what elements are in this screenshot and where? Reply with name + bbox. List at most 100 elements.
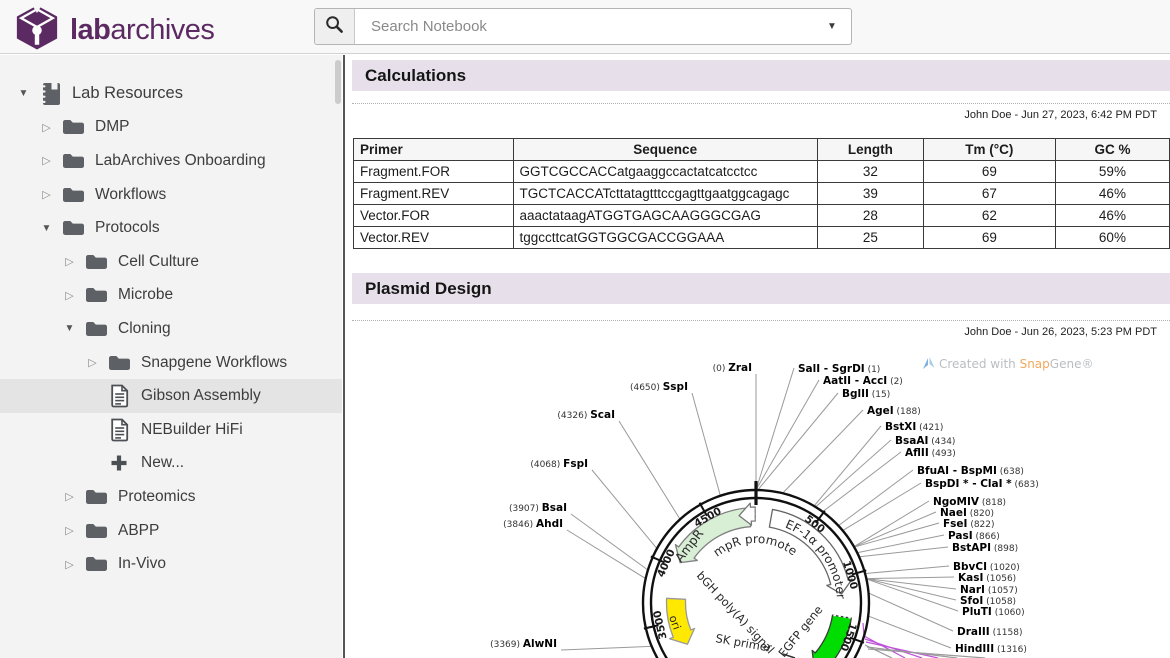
sidebar-item-microbe[interactable]: ▷Microbe	[0, 279, 342, 313]
table-row: Vector.FORaaactataagATGGTGAGCAAGGGCGAG28…	[354, 205, 1170, 227]
caret-expanded-icon[interactable]: ▼	[62, 323, 77, 334]
section-title: Plasmid Design	[365, 279, 492, 298]
sidebar-item-label: ABPP	[118, 522, 159, 540]
snapgene-watermark: Created with SnapGene®	[923, 357, 1093, 371]
enzyme-label-hindiii: HindIII (1316)	[955, 643, 1027, 655]
table-cell: TGCTCACCATcttatagtttccgagttgaatggcagagc	[513, 183, 817, 205]
svg-text:Created with SnapGene®: Created with SnapGene®	[939, 357, 1093, 371]
plasmid-map: 50010001500350040004500(0) ZraI(4650) Ss…	[345, 355, 1170, 658]
enzyme-label-bsaai: BsaAI (434)	[895, 435, 955, 447]
search-input[interactable]	[355, 9, 813, 44]
caret-collapsed-icon[interactable]: ▷	[62, 490, 77, 503]
enzyme-label-zrai: (0) ZraI	[713, 362, 752, 374]
sidebar: ▼ Lab Resources ▷ DMP ▷ LabArchives Onboardin…	[0, 55, 342, 658]
caret-collapsed-icon[interactable]: ▷	[39, 121, 54, 134]
plus-icon	[107, 453, 131, 473]
sidebar-item-label: Cell Culture	[118, 253, 199, 271]
sidebar-item-proteomics[interactable]: ▷ Proteomics	[0, 480, 342, 514]
sidebar-item-snapgene-workflows[interactable]: ▷ Snapgene Workflows	[0, 346, 342, 380]
sidebar-scrollbar[interactable]	[335, 60, 341, 104]
sidebar-item-workflows[interactable]: ▷Workflows	[0, 178, 342, 212]
document-icon	[107, 384, 131, 408]
labarchives-logo[interactable]: labarchives	[14, 3, 214, 57]
primer-table: PrimerSequenceLengthTm (°C)GC % Fragment.…	[353, 138, 1170, 249]
sidebar-item-new[interactable]: New...	[0, 447, 342, 481]
entry-byline-calculations: John Doe - Jun 27, 2023, 6:42 PM PDT	[964, 109, 1157, 121]
caret-collapsed-icon[interactable]: ▷	[85, 356, 100, 369]
table-cell: 69	[923, 227, 1055, 249]
entry-separator	[352, 320, 1170, 321]
sidebar-item-label: Cloning	[118, 320, 171, 338]
sidebar-item-in-vivo[interactable]: ▷In-Vivo	[0, 547, 342, 581]
column-header-gc: GC %	[1055, 139, 1169, 161]
content-area: Calculations John Doe - Jun 27, 2023, 6:…	[345, 55, 1170, 658]
enzyme-label-bstxi: BstXI (421)	[885, 421, 943, 433]
sidebar-item-labarchives-onboarding[interactable]: ▷ LabArchives Onboarding	[0, 144, 342, 178]
sidebar-item-dmp[interactable]: ▷ DMP	[0, 111, 342, 145]
table-cell: Fragment.REV	[354, 183, 514, 205]
caret-collapsed-icon[interactable]: ▷	[62, 524, 77, 537]
folder-icon	[61, 219, 85, 237]
column-header-tm-c: Tm (°C)	[923, 139, 1055, 161]
notebook-icon	[38, 82, 62, 106]
table-cell: 62	[923, 205, 1055, 227]
sidebar-tree: ▼ Lab Resources ▷ DMP ▷ LabArchives Onboardin…	[0, 55, 342, 581]
enzyme-label-scai: (4326) ScaI	[557, 409, 615, 421]
caret-collapsed-icon[interactable]: ▷	[62, 558, 77, 571]
table-cell: Vector.REV	[354, 227, 514, 249]
folder-icon	[61, 186, 85, 204]
caret-expanded-icon[interactable]: ▼	[16, 88, 31, 99]
sidebar-item-label: Protocols	[95, 219, 160, 237]
section-title: Calculations	[365, 66, 466, 85]
caret-expanded-icon[interactable]: ▼	[39, 223, 54, 234]
sidebar-item-label: Snapgene Workflows	[141, 354, 287, 372]
enzyme-label-kasi: KasI (1056)	[958, 572, 1016, 584]
folder-icon	[107, 354, 131, 372]
entry-byline-plasmid: John Doe - Jun 26, 2023, 5:23 PM PDT	[964, 326, 1157, 338]
sidebar-item-nebuilder-hifi[interactable]: NEBuilder HiFi	[0, 413, 342, 447]
sidebar-item-label: DMP	[95, 118, 129, 136]
folder-icon	[84, 522, 108, 540]
column-header-length: Length	[817, 139, 923, 161]
search-button[interactable]	[315, 9, 355, 44]
sidebar-item-gibson-assembly[interactable]: Gibson Assembly	[0, 379, 342, 413]
folder-icon	[61, 118, 85, 136]
sidebar-item-cloning[interactable]: ▼ Cloning	[0, 312, 342, 346]
section-header-plasmid-design: Plasmid Design	[352, 273, 1170, 304]
sidebar-item-label: LabArchives Onboarding	[95, 152, 266, 170]
table-row: Fragment.REVTGCTCACCATcttatagtttccgagttg…	[354, 183, 1170, 205]
sidebar-item-abpp[interactable]: ▷ ABPP	[0, 514, 342, 548]
table-cell: 69	[923, 161, 1055, 183]
folder-icon	[61, 152, 85, 170]
enzyme-label-draiii: DraIII (1158)	[957, 626, 1023, 638]
folder-icon	[84, 253, 108, 271]
labarchives-cube-icon	[14, 3, 60, 57]
sidebar-item-label: New...	[141, 454, 184, 472]
table-cell: 25	[817, 227, 923, 249]
column-header-sequence: Sequence	[513, 139, 817, 161]
search-dropdown-caret-icon[interactable]: ▼	[813, 9, 851, 44]
table-cell: 46%	[1055, 205, 1169, 227]
table-cell: Fragment.FOR	[354, 161, 514, 183]
table-cell: 60%	[1055, 227, 1169, 249]
caret-collapsed-icon[interactable]: ▷	[39, 154, 54, 167]
table-cell: 59%	[1055, 161, 1169, 183]
sidebar-item-label: Proteomics	[118, 488, 196, 506]
sidebar-item-protocols[interactable]: ▼ Protocols	[0, 211, 342, 245]
sidebar-item-label: Lab Resources	[72, 84, 183, 103]
search-bar[interactable]: ▼	[314, 8, 852, 45]
table-cell: 67	[923, 183, 1055, 205]
logo-wordmark: labarchives	[70, 14, 214, 47]
sidebar-item-lab-resources[interactable]: ▼ Lab Resources	[0, 77, 342, 111]
sidebar-item-label: Gibson Assembly	[141, 387, 261, 405]
enzyme-label-ahdi: (3846) AhdI	[503, 518, 563, 530]
section-header-calculations: Calculations	[352, 60, 1170, 91]
table-cell: tggccttcatGGTGGCGACCGGAAA	[513, 227, 817, 249]
enzyme-label-pluti: PluTI (1060)	[962, 606, 1025, 618]
column-header-primer: Primer	[354, 139, 514, 161]
enzyme-label-aatii-acci: AatII - AccI (2)	[823, 375, 903, 387]
sidebar-item-cell-culture[interactable]: ▷ Cell Culture	[0, 245, 342, 279]
caret-collapsed-icon[interactable]: ▷	[62, 255, 77, 268]
caret-collapsed-icon[interactable]: ▷	[39, 188, 54, 201]
caret-collapsed-icon[interactable]: ▷	[62, 289, 77, 302]
